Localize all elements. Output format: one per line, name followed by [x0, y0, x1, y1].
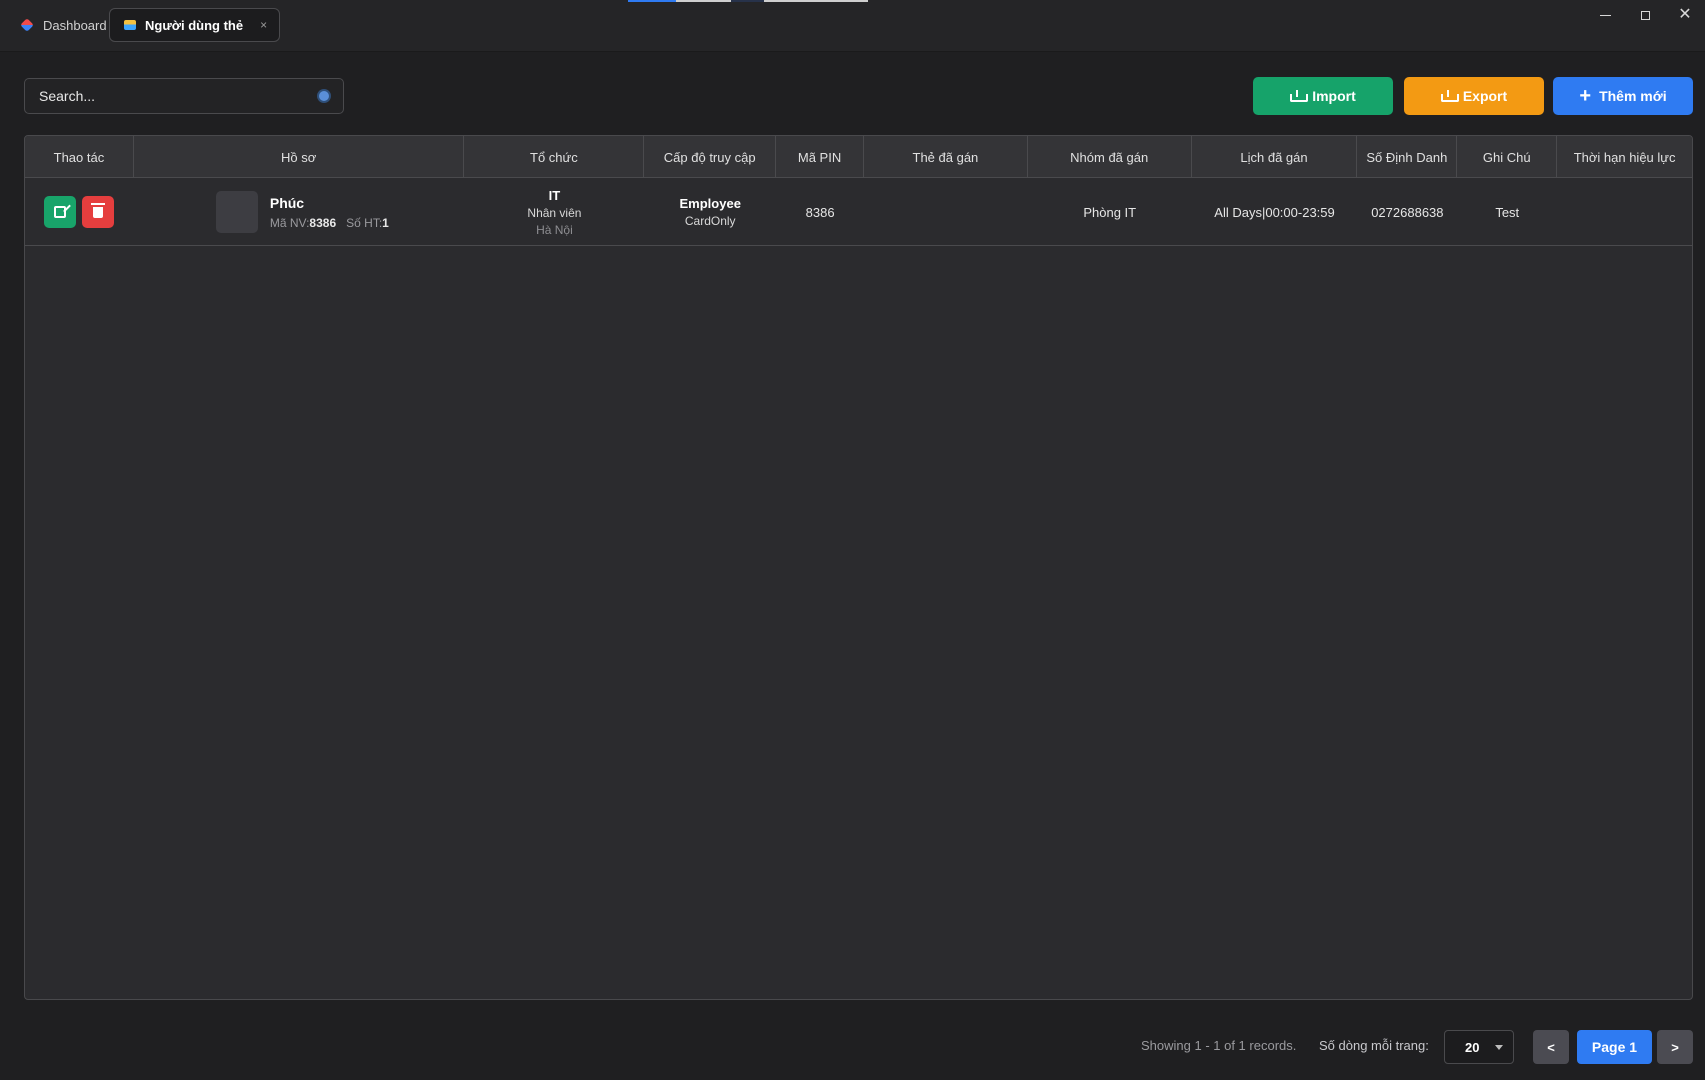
column-header-assigned-card[interactable]: Thẻ đã gán	[864, 136, 1028, 178]
delete-button[interactable]	[82, 196, 115, 228]
tab-card-users[interactable]: Người dùng thẻ ×	[109, 8, 281, 42]
export-label: Export	[1462, 88, 1508, 104]
maximize-button[interactable]	[1625, 0, 1665, 30]
assigned-schedule-cell: All Days|00:00-23:59	[1214, 204, 1335, 220]
column-header-actions[interactable]: Thao tác	[25, 136, 134, 178]
note-cell: Test	[1495, 204, 1520, 220]
table-row[interactable]: Phúc Mã NV:8386 Số HT:1 IT Nhân viên Hà …	[25, 178, 1692, 246]
column-header-assigned-schedule[interactable]: Lịch đã gán	[1192, 136, 1358, 178]
column-header-organization[interactable]: Tổ chức	[464, 136, 645, 178]
records-summary: Showing 1 - 1 of 1 records.	[1141, 1038, 1297, 1053]
minimize-button[interactable]	[1585, 0, 1625, 30]
table-header: Thao tác Hồ sơ Tổ chức Cấp độ truy cập M…	[25, 136, 1692, 178]
column-header-id-number[interactable]: Số Định Danh	[1357, 136, 1458, 178]
tab-dashboard-label: Dashboard	[43, 17, 107, 33]
org-position: Nhân viên	[527, 205, 582, 220]
title-bar: Dashboard Người dùng thẻ × ✕	[0, 0, 1705, 52]
import-button[interactable]: Import	[1253, 77, 1393, 115]
column-header-profile[interactable]: Hồ sơ	[134, 136, 465, 178]
access-mode: CardOnly	[684, 214, 736, 228]
users-table: Thao tác Hồ sơ Tổ chức Cấp độ truy cập M…	[24, 135, 1693, 1000]
chevron-down-icon	[1495, 1044, 1503, 1050]
access-level: Employee	[679, 196, 741, 211]
tab-dashboard[interactable]: Dashboard	[6, 8, 121, 42]
edit-button[interactable]	[44, 196, 77, 228]
pin-cell: 8386	[805, 204, 835, 220]
accent-strip	[628, 0, 868, 2]
user-ids: Mã NV:8386 Số HT:1	[269, 215, 389, 230]
assigned-card-cell	[864, 178, 1028, 246]
export-icon	[1440, 90, 1459, 102]
tab-card-users-label: Người dùng thẻ	[145, 17, 244, 33]
user-name: Phúc	[269, 194, 305, 211]
next-page-button[interactable]: >	[1657, 1030, 1693, 1064]
tab-close-icon[interactable]: ×	[260, 18, 267, 32]
cube-icon	[20, 18, 34, 32]
column-header-pin[interactable]: Mã PIN	[776, 136, 864, 178]
assigned-group-cell: Phòng IT	[1083, 204, 1137, 220]
access-level-cell: Employee CardOnly	[644, 178, 776, 246]
column-header-note[interactable]: Ghi Chú	[1457, 136, 1558, 178]
minimize-icon	[1599, 14, 1611, 16]
window-controls: ✕	[1585, 0, 1705, 30]
id-number-cell: 0272688638	[1371, 204, 1444, 220]
rows-per-page-select[interactable]: 20	[1444, 1030, 1514, 1064]
avatar	[215, 191, 258, 233]
plus-icon: +	[1579, 85, 1592, 107]
column-header-assigned-group[interactable]: Nhóm đã gán	[1028, 136, 1192, 178]
column-header-validity[interactable]: Thời hạn hiệu lực	[1557, 136, 1692, 178]
org-department: IT	[548, 187, 561, 203]
organization-cell: IT Nhân viên Hà Nội	[465, 178, 645, 246]
row-actions	[25, 178, 134, 246]
add-new-button[interactable]: + Thêm mới	[1553, 77, 1693, 115]
maximize-icon	[1640, 10, 1650, 20]
rows-per-page-label: Số dòng mỗi trang:	[1319, 1038, 1429, 1053]
validity-cell	[1557, 178, 1692, 246]
org-location: Hà Nội	[536, 222, 573, 237]
edit-icon	[54, 206, 67, 218]
trash-icon	[91, 202, 106, 218]
export-button[interactable]: Export	[1404, 77, 1544, 115]
card-icon	[124, 20, 136, 30]
prev-page-button[interactable]: <	[1533, 1030, 1569, 1064]
rows-per-page-value: 20	[1465, 1039, 1480, 1055]
import-label: Import	[1312, 88, 1356, 104]
search-input[interactable]	[39, 88, 299, 104]
search-icon[interactable]	[319, 91, 329, 101]
add-new-label: Thêm mới	[1599, 88, 1667, 104]
profile-cell: Phúc Mã NV:8386 Số HT:1	[134, 178, 465, 246]
search-box	[24, 78, 344, 114]
import-icon	[1290, 90, 1309, 102]
current-page-button[interactable]: Page 1	[1577, 1030, 1652, 1064]
close-icon: ✕	[1678, 6, 1692, 23]
close-window-button[interactable]: ✕	[1665, 0, 1705, 30]
column-header-access-level[interactable]: Cấp độ truy cập	[644, 136, 777, 178]
